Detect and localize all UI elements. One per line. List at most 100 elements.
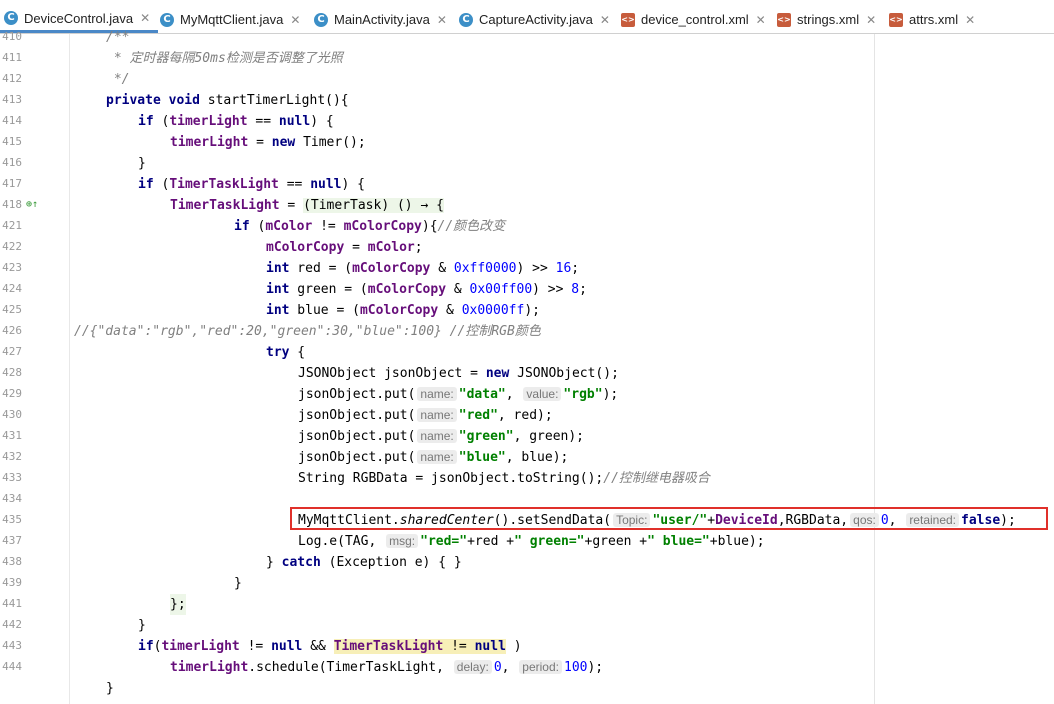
number-literal: 100 bbox=[564, 660, 588, 675]
line-number: 431 bbox=[2, 429, 22, 442]
line-number: 416 bbox=[2, 156, 22, 169]
code-token: ; bbox=[571, 261, 580, 276]
close-icon[interactable]: ✕ bbox=[866, 13, 876, 27]
number-literal: 0 bbox=[493, 660, 502, 675]
code-line: 444 timerLight.schedule(TimerTaskLight, d… bbox=[0, 657, 1054, 678]
field-ref: mColorCopy bbox=[367, 282, 447, 297]
code-comment: /** bbox=[106, 30, 130, 45]
line-number: 434 bbox=[2, 492, 22, 505]
line-number: 429 bbox=[2, 387, 22, 400]
number-literal: 16 bbox=[555, 261, 572, 276]
code-line: 422 mColorCopy = mColor; bbox=[0, 237, 1054, 258]
close-icon[interactable]: ✕ bbox=[600, 13, 610, 27]
code-token: , green); bbox=[513, 429, 585, 444]
line-number: 413 bbox=[2, 93, 22, 106]
code-text: Log.e(TAG, msg: "red="+red +" green="+gre… bbox=[298, 531, 765, 552]
close-icon[interactable]: ✕ bbox=[965, 13, 975, 27]
keyword: null bbox=[271, 639, 303, 654]
parameter-hint: name: bbox=[417, 450, 457, 464]
line-number: 444 bbox=[2, 660, 22, 673]
code-token: blue = ( bbox=[289, 303, 360, 318]
line-number: 411 bbox=[2, 51, 22, 64]
parameter-hint: period: bbox=[519, 660, 562, 674]
line-number: 428 bbox=[2, 366, 22, 379]
code-token: green = ( bbox=[289, 282, 368, 297]
keyword: if bbox=[138, 177, 154, 192]
code-token: , bbox=[501, 660, 518, 675]
line-number: 425 bbox=[2, 303, 22, 316]
code-token: & bbox=[430, 261, 454, 276]
field-ref: TimerTaskLight bbox=[170, 198, 280, 213]
keyword: catch bbox=[281, 555, 321, 570]
field-ref: timerLight bbox=[170, 135, 249, 150]
code-token: != bbox=[312, 219, 344, 234]
line-number: 432 bbox=[2, 450, 22, 463]
code-token: ; bbox=[579, 282, 587, 297]
code-line: 414 if (timerLight == null) { bbox=[0, 111, 1054, 132]
close-icon[interactable]: ✕ bbox=[756, 13, 766, 27]
code-token: +blue); bbox=[709, 534, 765, 549]
code-line: 437 Log.e(TAG, msg: "red="+red +" green="+… bbox=[0, 531, 1054, 552]
code-line: 439} bbox=[0, 573, 1054, 594]
keyword: int bbox=[266, 303, 290, 318]
tab-label: MainActivity.java bbox=[334, 12, 430, 27]
line-number: 410 bbox=[2, 30, 22, 43]
code-line: 430 jsonObject.put(name: "red", red); bbox=[0, 405, 1054, 426]
override-gutter-icon[interactable]: ⊕↑ bbox=[26, 199, 38, 210]
code-token: ( bbox=[249, 219, 266, 234]
close-icon[interactable]: ✕ bbox=[140, 11, 150, 25]
code-token: jsonObject.put( bbox=[298, 429, 416, 444]
line-number: 426 bbox=[2, 324, 22, 337]
field-ref-highlighted: TimerTaskLight bbox=[333, 639, 444, 654]
code-text: int green = (mColorCopy & 0x00ff00) >> 8… bbox=[266, 279, 587, 300]
keyword: null bbox=[474, 639, 506, 654]
string-literal: "rgb" bbox=[563, 387, 603, 402]
line-number: 433 bbox=[2, 471, 22, 484]
keyword: int bbox=[266, 261, 290, 276]
string-literal: "red=" bbox=[420, 534, 468, 549]
code-token: } bbox=[266, 555, 282, 570]
line-number: 424 bbox=[2, 282, 22, 295]
code-token: jsonObject.put( bbox=[298, 408, 416, 423]
code-text: String RGBData = jsonObject.toString();/… bbox=[298, 468, 710, 489]
code-line: 425 int blue = (mColorCopy & 0x0000ff); bbox=[0, 300, 1054, 321]
code-text: TimerTaskLight = (TimerTask) () → { bbox=[170, 195, 444, 216]
folded-lambda[interactable]: (TimerTask) () → { bbox=[303, 198, 444, 213]
code-text: } catch (Exception e) { } bbox=[266, 552, 462, 573]
field-ref: mColorCopy bbox=[343, 219, 422, 234]
tab-label: strings.xml bbox=[797, 12, 860, 27]
line-number: 443 bbox=[2, 639, 22, 652]
code-line: 427 try { bbox=[0, 342, 1054, 363]
code-line: 410 /** bbox=[0, 27, 1054, 48]
parameter-hint: name: bbox=[417, 387, 457, 401]
code-comment: //{"data":"rgb","red":20,"green":30,"blu… bbox=[74, 324, 541, 339]
code-text: jsonObject.put(name: "blue", blue); bbox=[298, 447, 568, 468]
code-token: = bbox=[344, 240, 368, 255]
java-class-icon: C bbox=[459, 12, 473, 27]
code-line: 428 JSONObject jsonObject = new JSONObjec… bbox=[0, 363, 1054, 384]
close-icon[interactable]: ✕ bbox=[290, 13, 300, 27]
line-number: 415 bbox=[2, 135, 22, 148]
xml-file-icon: <> bbox=[777, 12, 791, 27]
code-token: ) bbox=[505, 639, 522, 654]
code-line: 426 //{"data":"rgb","red":20,"green":30,"… bbox=[0, 321, 1054, 342]
code-text: try { bbox=[266, 342, 305, 363]
keyword: int bbox=[266, 282, 290, 297]
parameter-hint: delay: bbox=[453, 660, 492, 674]
java-class-icon: C bbox=[4, 11, 18, 25]
code-token: == bbox=[247, 114, 279, 129]
code-text: if (mColor != mColorCopy){//颜色改变 bbox=[234, 216, 505, 237]
line-number: 412 bbox=[2, 72, 22, 85]
code-text: jsonObject.put(name: "red", red); bbox=[298, 405, 553, 426]
code-token: = bbox=[279, 198, 304, 213]
close-icon[interactable]: ✕ bbox=[437, 13, 447, 27]
code-comment: * 定时器每隔50ms检测是否调整了光照 bbox=[106, 51, 343, 66]
line-number: 437 bbox=[2, 534, 22, 547]
code-text: if(timerLight != null && TimerTaskLight … bbox=[138, 636, 522, 657]
code-line: 413 private void startTimerLight(){ bbox=[0, 90, 1054, 111]
code-token: & bbox=[446, 282, 470, 297]
code-token: = bbox=[248, 135, 272, 150]
code-text: int blue = (mColorCopy & 0x0000ff); bbox=[266, 300, 540, 321]
code-token: Log.e(TAG, bbox=[298, 534, 377, 549]
code-token: ){ bbox=[421, 219, 438, 234]
